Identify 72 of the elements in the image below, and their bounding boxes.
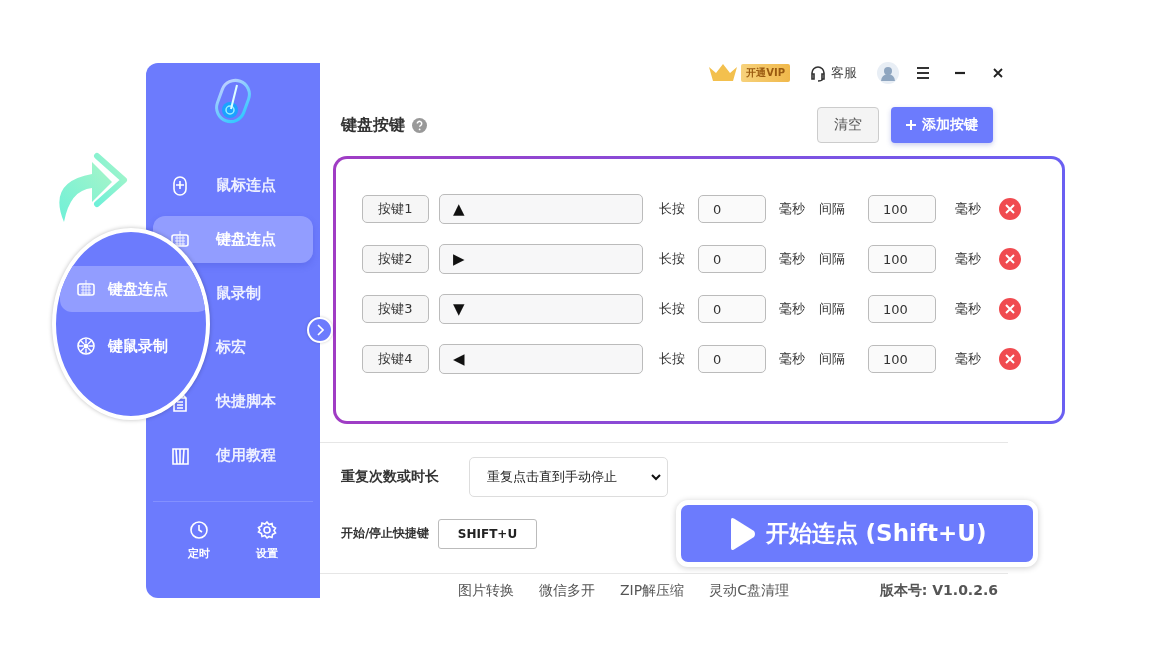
hold-label: 长按	[659, 200, 685, 218]
hold-label: 长按	[659, 300, 685, 318]
delete-button[interactable]	[999, 298, 1021, 320]
key-name-button[interactable]: 按键3	[362, 295, 429, 323]
close-icon	[1005, 204, 1015, 214]
key-field[interactable]: ◀	[439, 344, 643, 374]
unit-label: 毫秒	[779, 350, 805, 368]
interval-label: 间隔	[819, 250, 845, 268]
interval-label: 间隔	[819, 200, 845, 218]
crown-icon	[707, 63, 740, 83]
key-field[interactable]: ▲	[439, 194, 643, 224]
unit-label: 毫秒	[955, 250, 981, 268]
service-link[interactable]: 客服	[831, 64, 857, 82]
delete-button[interactable]	[999, 198, 1021, 220]
sidebar-button[interactable]: 定时	[188, 520, 210, 561]
key-field[interactable]: ▼	[439, 294, 643, 324]
page-title: 键盘按键	[341, 114, 405, 136]
key-field[interactable]: ▶	[439, 244, 643, 274]
interval-label: 间隔	[819, 300, 845, 318]
repeat-select[interactable]: 重复点击直到手动停止	[469, 457, 668, 497]
interval-input[interactable]: 100	[868, 295, 936, 323]
unit-label: 毫秒	[955, 350, 981, 368]
interval-input[interactable]: 100	[868, 345, 936, 373]
plus-icon	[906, 120, 916, 130]
key-name-button[interactable]: 按键4	[362, 345, 429, 373]
hold-label: 长按	[659, 250, 685, 268]
footer-link[interactable]: 图片转换	[458, 582, 514, 600]
repeat-label: 重复次数或时长	[341, 468, 440, 486]
vip-badge[interactable]: 开通VIP	[741, 64, 790, 82]
interval-label: 间隔	[819, 350, 845, 368]
footer-link[interactable]: 灵动C盘清理	[709, 582, 789, 600]
unit-label: 毫秒	[779, 300, 805, 318]
version-label: 版本号: V1.0.2.6	[879, 582, 998, 600]
hold-input[interactable]: 0	[698, 245, 766, 273]
hotkey-field[interactable]: SHIFT+U	[438, 518, 537, 549]
sidebar-item[interactable]: 键鼠录制	[60, 323, 206, 369]
hotkey-label: 开始/停止快捷键	[341, 525, 431, 542]
help-icon	[412, 117, 427, 133]
key-name-button[interactable]: 按键2	[362, 245, 429, 273]
gear-wheel-icon	[76, 335, 96, 357]
chevron-down-icon	[651, 473, 661, 481]
sidebar-button[interactable]: 设置	[256, 520, 278, 561]
avatar-icon[interactable]	[877, 62, 899, 84]
interval-input[interactable]: 100	[868, 245, 936, 273]
menu-icon[interactable]	[916, 67, 930, 79]
clock-icon	[189, 520, 209, 540]
expand-toggle-button[interactable]	[307, 317, 333, 343]
hold-input[interactable]: 0	[698, 295, 766, 323]
hold-input[interactable]: 0	[698, 345, 766, 373]
footer-link[interactable]: ZIP解压缩	[620, 582, 685, 600]
unit-label: 毫秒	[955, 300, 981, 318]
close-icon	[1005, 254, 1015, 264]
mouse-logo-icon	[213, 77, 253, 125]
add-key-button[interactable]: 添加按键	[891, 107, 993, 143]
hold-input[interactable]: 0	[698, 195, 766, 223]
unit-label: 毫秒	[779, 250, 805, 268]
settings-icon	[257, 520, 277, 540]
close-icon[interactable]	[993, 68, 1003, 78]
headset-icon	[810, 64, 826, 82]
hold-label: 长按	[659, 350, 685, 368]
unit-label: 毫秒	[955, 200, 981, 218]
chevron-right-icon	[316, 324, 324, 336]
footer-link[interactable]: 微信多开	[539, 582, 595, 600]
interval-input[interactable]: 100	[868, 195, 936, 223]
close-icon	[1005, 354, 1015, 364]
mouse-icon	[170, 174, 190, 197]
delete-button[interactable]	[999, 348, 1021, 370]
key-name-button[interactable]: 按键1	[362, 195, 429, 223]
delete-button[interactable]	[999, 248, 1021, 270]
clear-button[interactable]: 清空	[817, 107, 879, 143]
close-icon	[1005, 304, 1015, 314]
unit-label: 毫秒	[779, 200, 805, 218]
